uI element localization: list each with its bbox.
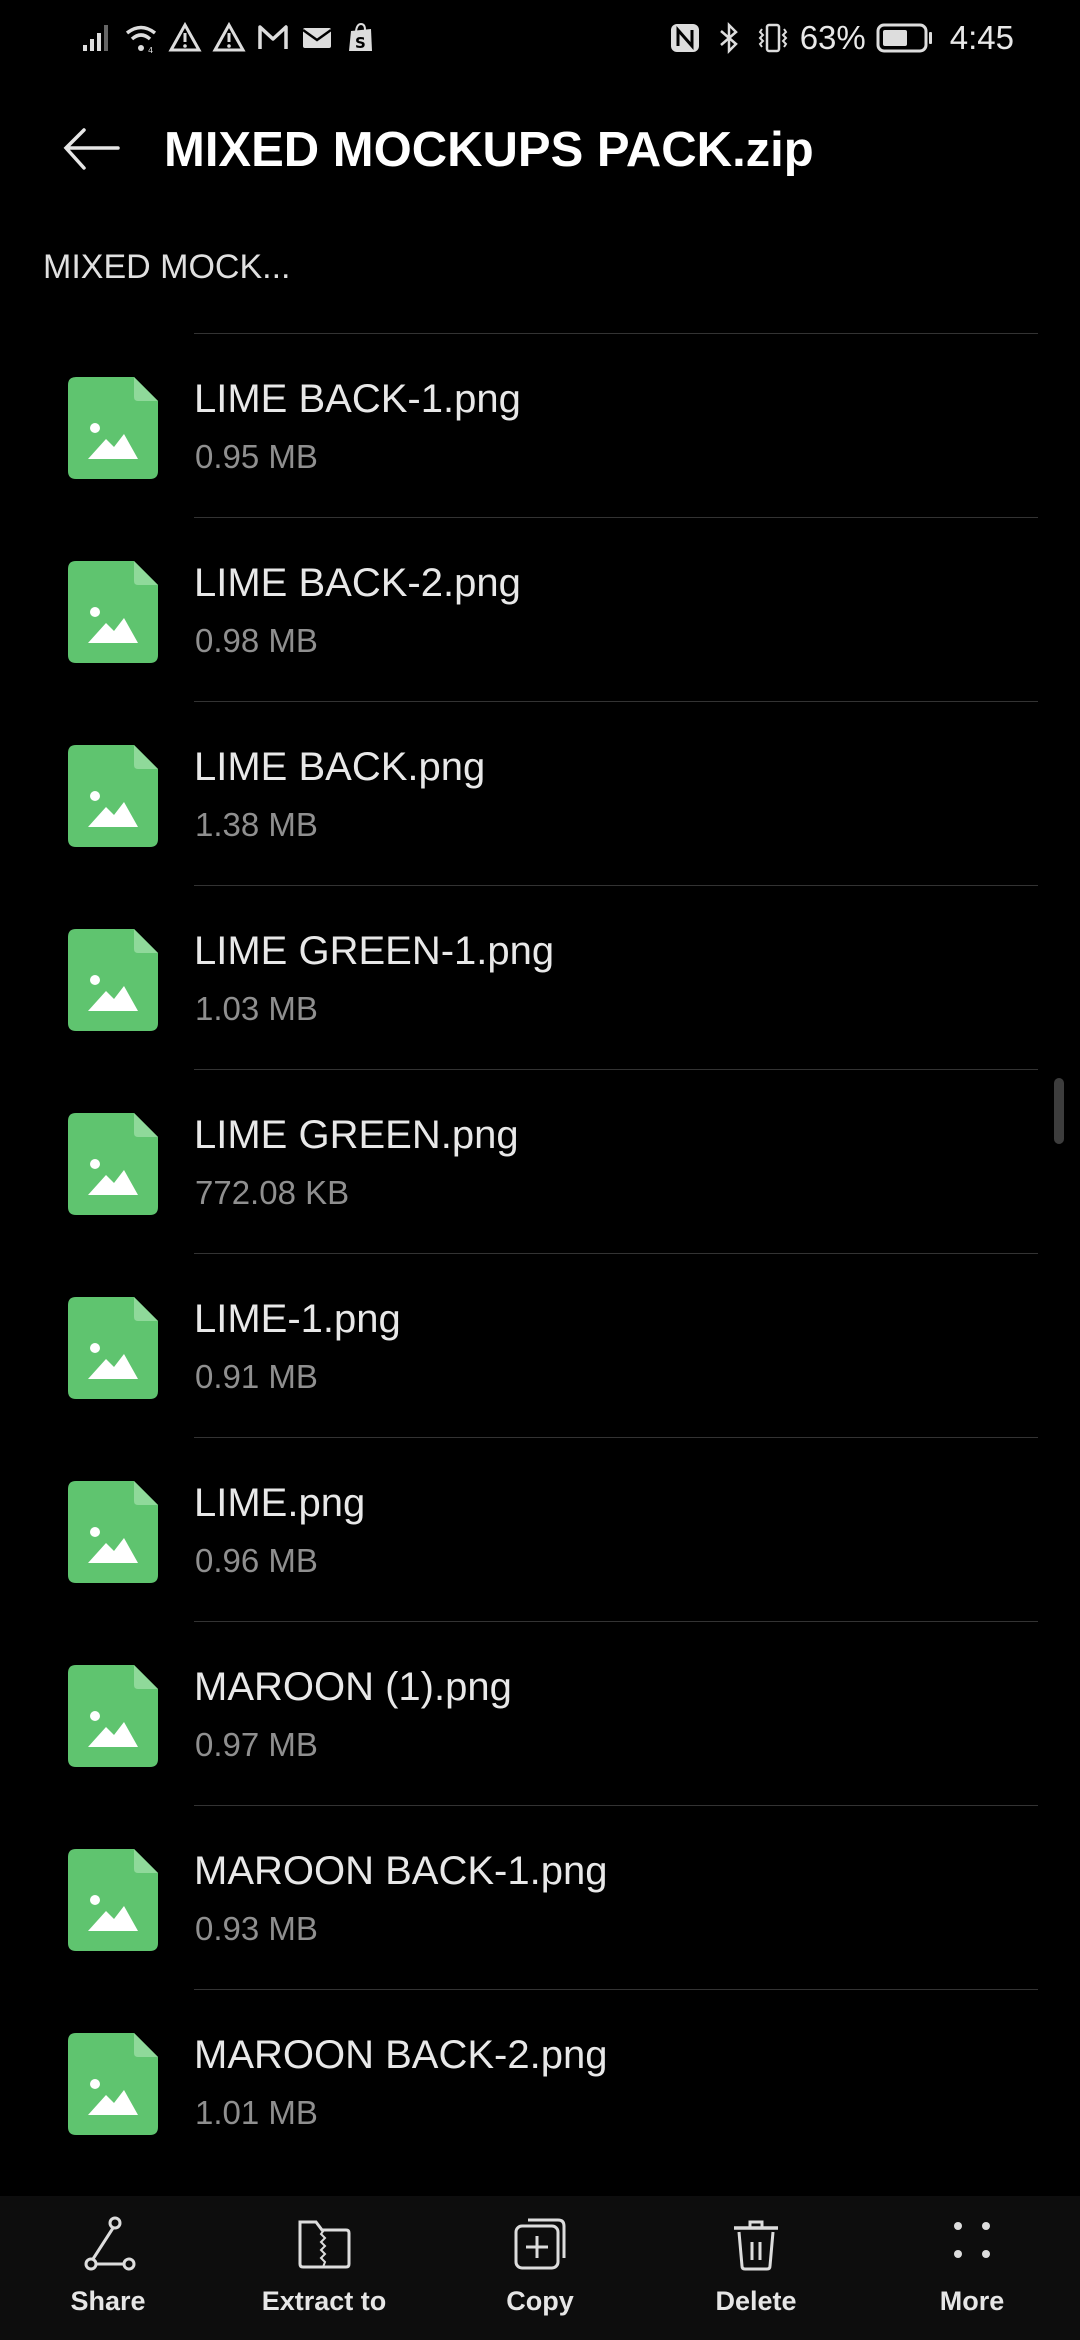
shopify-icon: S xyxy=(344,21,378,55)
more-button[interactable]: More xyxy=(864,2196,1080,2340)
warning-icon xyxy=(168,21,202,55)
file-list-item[interactable]: LIME.png 0.96 MB xyxy=(0,1437,1080,1621)
file-size: 1.38 MB xyxy=(195,806,318,843)
file-name: LIME-1.png xyxy=(194,1297,401,1341)
file-list: LIME BACK-1.png 0.95 MB LIME BACK-2.png … xyxy=(0,333,1080,2173)
file-name: LIME.png xyxy=(194,1481,366,1525)
copy-button[interactable]: Copy xyxy=(432,2196,648,2340)
copy-icon xyxy=(510,2214,570,2274)
status-bar: 4 S 63% 4:45 xyxy=(0,0,1080,76)
more-dots-icon xyxy=(942,2214,1002,2274)
image-file-icon xyxy=(68,1113,158,1215)
divider xyxy=(194,885,1038,886)
file-name: MAROON (1).png xyxy=(194,1665,512,1709)
gmail-icon xyxy=(256,21,290,55)
image-file-icon xyxy=(68,561,158,663)
image-file-icon xyxy=(68,1665,158,1767)
file-name: LIME GREEN.png xyxy=(194,1113,519,1157)
image-file-icon xyxy=(68,745,158,847)
file-list-item[interactable]: LIME BACK.png 1.38 MB xyxy=(0,701,1080,885)
status-bar-right: 63% 4:45 xyxy=(668,16,1014,60)
breadcrumb[interactable]: MIXED MOCK... xyxy=(43,245,290,289)
arrow-left-icon xyxy=(63,128,120,170)
image-file-icon xyxy=(68,1481,158,1583)
image-file-icon xyxy=(68,1297,158,1399)
file-name: MAROON BACK-2.png xyxy=(194,2033,608,2077)
divider xyxy=(194,701,1038,702)
share-button[interactable]: Share xyxy=(0,2196,216,2340)
delete-button[interactable]: Delete xyxy=(648,2196,864,2340)
file-list-item[interactable]: LIME GREEN-1.png 1.03 MB xyxy=(0,885,1080,1069)
bluetooth-icon xyxy=(712,21,746,55)
file-name: MAROON BACK-1.png xyxy=(194,1849,608,1893)
warning-icon xyxy=(212,21,246,55)
file-size: 0.97 MB xyxy=(195,1726,318,1763)
status-bar-left: 4 S xyxy=(80,18,378,58)
file-name: LIME GREEN-1.png xyxy=(194,929,555,973)
image-file-icon xyxy=(68,377,158,479)
copy-label: Copy xyxy=(506,2286,574,2316)
vibrate-icon xyxy=(756,21,790,55)
share-label: Share xyxy=(70,2286,146,2316)
file-size: 0.96 MB xyxy=(195,1542,318,1579)
file-name: LIME BACK-2.png xyxy=(194,561,521,605)
file-list-item[interactable]: MAROON BACK-2.png 1.01 MB xyxy=(0,1989,1080,2173)
file-name: LIME BACK-1.png xyxy=(194,377,521,421)
image-file-icon xyxy=(68,929,158,1031)
file-size: 0.93 MB xyxy=(195,1910,318,1947)
svg-text:S: S xyxy=(355,34,366,52)
share-icon xyxy=(78,2214,138,2274)
file-size: 1.03 MB xyxy=(195,990,318,1027)
file-list-item[interactable]: MAROON BACK-1.png 0.93 MB xyxy=(0,1805,1080,1989)
file-list-item[interactable]: LIME-1.png 0.91 MB xyxy=(0,1253,1080,1437)
file-list-item[interactable]: MAROON (1).png 0.97 MB xyxy=(0,1621,1080,1805)
extract-to-label: Extract to xyxy=(261,2286,387,2316)
svg-text:4: 4 xyxy=(148,46,153,55)
divider xyxy=(194,1805,1038,1806)
file-name: LIME BACK.png xyxy=(194,745,486,789)
divider xyxy=(194,1253,1038,1254)
divider xyxy=(194,1069,1038,1070)
trash-icon xyxy=(726,2214,786,2274)
file-size: 0.91 MB xyxy=(195,1358,318,1395)
file-size: 0.95 MB xyxy=(195,438,318,475)
divider xyxy=(194,1621,1038,1622)
divider xyxy=(194,333,1038,334)
wifi-icon: 4 xyxy=(124,21,158,55)
file-size: 0.98 MB xyxy=(195,622,318,659)
image-file-icon xyxy=(68,2033,158,2135)
back-button[interactable] xyxy=(56,118,120,182)
page-title: MIXED MOCKUPS PACK.zip xyxy=(164,123,814,177)
battery-icon xyxy=(876,21,934,55)
scrollbar[interactable] xyxy=(1054,1078,1064,1144)
file-list-item[interactable]: LIME GREEN.png 772.08 KB xyxy=(0,1069,1080,1253)
bottom-action-bar: Share Extract to Copy Delete More xyxy=(0,2196,1080,2340)
battery-percent: 63% xyxy=(799,19,866,56)
divider xyxy=(194,1989,1038,1990)
extract-to-button[interactable]: Extract to xyxy=(216,2196,432,2340)
file-list-item[interactable]: LIME BACK-1.png 0.95 MB xyxy=(0,333,1080,517)
file-size: 1.01 MB xyxy=(195,2094,318,2131)
extract-folder-icon xyxy=(294,2214,354,2274)
divider xyxy=(194,1437,1038,1438)
delete-label: Delete xyxy=(715,2286,797,2316)
more-label: More xyxy=(939,2286,1005,2316)
mail-icon xyxy=(300,21,334,55)
nfc-icon xyxy=(668,21,702,55)
clock: 4:45 xyxy=(949,19,1014,56)
signal-icon xyxy=(80,21,114,55)
file-size: 772.08 KB xyxy=(195,1174,350,1211)
file-list-item[interactable]: LIME BACK-2.png 0.98 MB xyxy=(0,517,1080,701)
divider xyxy=(194,517,1038,518)
image-file-icon xyxy=(68,1849,158,1951)
